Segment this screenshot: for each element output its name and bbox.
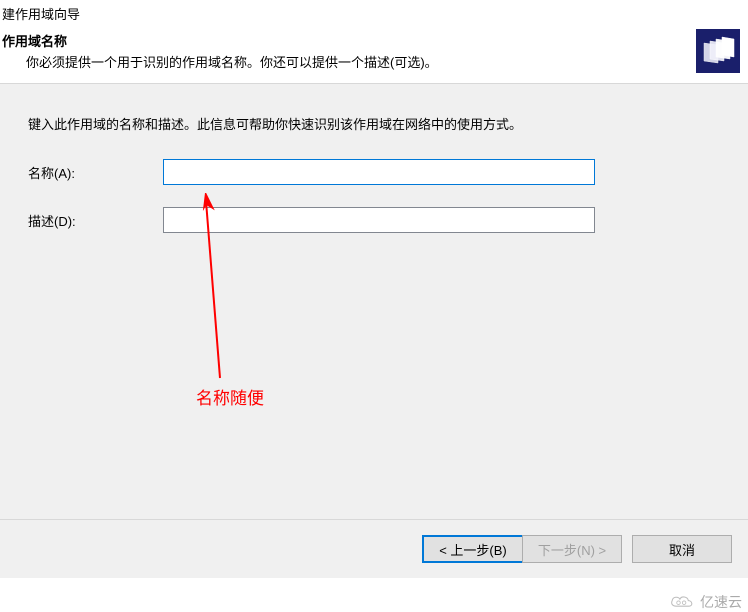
description-input[interactable]	[163, 207, 595, 233]
instruction-text: 键入此作用域的名称和描述。此信息可帮助你快速识别该作用域在网络中的使用方式。	[0, 84, 748, 133]
description-label: 描述(D):	[28, 211, 163, 230]
dialog-header: 作用域名称 你必须提供一个用于识别的作用域名称。你还可以提供一个描述(可选)。	[0, 23, 748, 83]
name-row: 名称(A):	[0, 159, 748, 185]
annotation-text: 名称随便	[196, 384, 264, 409]
next-button[interactable]: 下一步(N) >	[522, 535, 622, 563]
main-panel: 键入此作用域的名称和描述。此信息可帮助你快速识别该作用域在网络中的使用方式。 名…	[0, 83, 748, 520]
back-button[interactable]: < 上一步(B)	[422, 535, 522, 563]
header-subtitle: 你必须提供一个用于识别的作用域名称。你还可以提供一个描述(可选)。	[2, 50, 748, 71]
description-row: 描述(D):	[0, 207, 748, 233]
name-input[interactable]	[163, 159, 595, 185]
nav-button-group: < 上一步(B) 下一步(N) >	[422, 535, 622, 563]
watermark: 亿速云	[668, 592, 742, 612]
cloud-logo-icon	[668, 593, 696, 611]
header-title: 作用域名称	[2, 31, 748, 50]
wizard-title: 建作用域向导	[0, 0, 748, 23]
scope-folder-icon	[696, 29, 740, 73]
watermark-text: 亿速云	[700, 592, 742, 612]
name-label: 名称(A):	[28, 163, 163, 182]
cancel-button[interactable]: 取消	[632, 535, 732, 563]
button-bar: < 上一步(B) 下一步(N) > 取消	[0, 520, 748, 578]
